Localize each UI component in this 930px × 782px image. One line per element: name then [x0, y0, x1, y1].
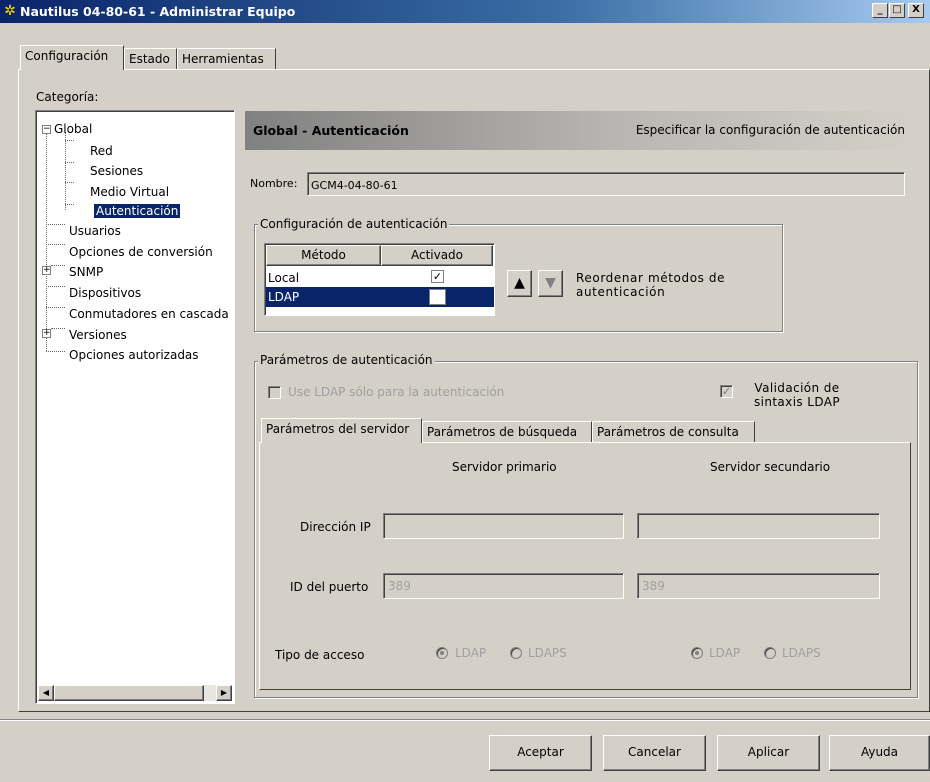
- section-header: Global - Autenticación Especificar la co…: [245, 111, 915, 150]
- nombre-field[interactable]: GCM4-04-80-61: [307, 172, 905, 196]
- tab-configuracion[interactable]: Configuración: [20, 45, 124, 70]
- tree-item-snmp[interactable]: SNMP: [69, 265, 103, 279]
- tree-item-red[interactable]: Red: [90, 144, 113, 158]
- tree-item-sesiones[interactable]: Sesiones: [90, 164, 143, 178]
- ip-label: Dirección IP: [300, 520, 371, 534]
- cancel-button[interactable]: Cancelar: [603, 735, 706, 771]
- secondary-ldap-radio[interactable]: [691, 647, 703, 659]
- minimize-button[interactable]: _: [872, 3, 888, 18]
- primary-ldaps-label: LDAPS: [528, 646, 567, 660]
- arrow-down-icon: ▼: [545, 275, 556, 291]
- secondary-ldaps-radio[interactable]: [764, 647, 776, 659]
- move-up-button[interactable]: ▲: [507, 270, 532, 297]
- expand-versiones-icon[interactable]: +: [42, 329, 51, 338]
- primary-ldaps-radio[interactable]: [510, 647, 522, 659]
- maximize-button[interactable]: □: [889, 3, 905, 18]
- accept-button[interactable]: Aceptar: [489, 735, 592, 771]
- reorder-label: Reordenar métodos de autenticación: [576, 271, 726, 299]
- title-bar[interactable]: ✲ Nautilus 04-80-61 - Administrar Equipo…: [0, 0, 930, 23]
- tree-item-opciones-conversion[interactable]: Opciones de conversión: [69, 245, 213, 259]
- secondary-ip-field[interactable]: [637, 513, 880, 539]
- tree-item-opciones-autorizadas[interactable]: Opciones autorizadas: [69, 348, 199, 362]
- nombre-label: Nombre:: [250, 177, 298, 190]
- enabled-checkbox[interactable]: ✓: [431, 270, 444, 283]
- move-down-button[interactable]: ▼: [538, 270, 563, 297]
- port-label: ID del puerto: [290, 580, 369, 594]
- auth-config-label: Configuración de autenticación: [258, 217, 450, 231]
- tab-parametros-servidor[interactable]: Parámetros del servidor: [261, 418, 422, 443]
- window-title: Nautilus 04-80-61 - Administrar Equipo: [20, 4, 296, 19]
- category-tree[interactable]: − Global Red Sesiones Medio Virtual Aute…: [35, 110, 235, 704]
- table-row[interactable]: Local ✓: [266, 267, 494, 287]
- use-ldap-only-checkbox[interactable]: [268, 386, 281, 399]
- close-button[interactable]: X: [908, 3, 924, 18]
- ldap-syntax-checkbox[interactable]: ✓: [720, 385, 733, 398]
- expand-snmp-icon[interactable]: +: [42, 266, 51, 275]
- ldap-syntax-label: Validación de sintaxis LDAP: [753, 381, 841, 409]
- help-button[interactable]: Ayuda: [829, 735, 930, 771]
- tree-item-autenticacion[interactable]: Autenticación: [94, 204, 181, 218]
- col-metodo-header[interactable]: Método: [266, 245, 381, 266]
- tree-item-medio-virtual[interactable]: Medio Virtual: [90, 185, 169, 199]
- scroll-left-button[interactable]: ◀: [38, 685, 54, 701]
- primary-ip-field[interactable]: [383, 513, 624, 539]
- apply-button[interactable]: Aplicar: [717, 735, 820, 771]
- enabled-checkbox[interactable]: [429, 289, 446, 305]
- arrow-up-icon: ▲: [514, 275, 525, 291]
- tree-scrollbar[interactable]: ◀ ▶: [38, 685, 232, 701]
- tree-item-global[interactable]: Global: [54, 122, 92, 136]
- table-row[interactable]: LDAP: [266, 287, 494, 307]
- tree-item-conmutadores[interactable]: Conmutadores en cascada: [69, 307, 229, 321]
- primary-ldap-radio[interactable]: [436, 647, 448, 659]
- tab-parametros-consulta[interactable]: Parámetros de consulta: [592, 421, 755, 443]
- tree-item-usuarios[interactable]: Usuarios: [69, 224, 121, 238]
- secondary-ldaps-label: LDAPS: [782, 646, 821, 660]
- access-type-label: Tipo de acceso: [275, 648, 365, 662]
- section-description: Especificar la configuración de autentic…: [635, 123, 905, 137]
- primary-port-field[interactable]: 389: [383, 573, 624, 599]
- auth-params-label: Parámetros de autenticación: [258, 353, 435, 367]
- method-name: Local: [268, 271, 300, 285]
- primary-ldap-label: LDAP: [455, 646, 487, 660]
- tree-item-versiones[interactable]: Versiones: [69, 328, 127, 342]
- use-ldap-only-label: Use LDAP sólo para la autenticación: [288, 385, 505, 399]
- section-title: Global - Autenticación: [253, 123, 409, 138]
- primary-server-label: Servidor primario: [452, 460, 557, 474]
- scroll-right-button[interactable]: ▶: [216, 685, 232, 701]
- category-label: Categoría:: [36, 90, 99, 104]
- secondary-ldap-label: LDAP: [709, 646, 741, 660]
- tab-herramientas[interactable]: Herramientas: [177, 48, 276, 70]
- scroll-thumb[interactable]: [54, 685, 204, 701]
- secondary-port-field[interactable]: 389: [637, 573, 880, 599]
- tree-item-dispositivos[interactable]: Dispositivos: [69, 286, 141, 300]
- tab-parametros-busqueda[interactable]: Parámetros de búsqueda: [422, 421, 592, 443]
- secondary-server-label: Servidor secundario: [710, 460, 831, 474]
- auth-methods-table[interactable]: Método Activado Local ✓ LDAP: [264, 243, 495, 316]
- collapse-global-icon[interactable]: −: [42, 125, 51, 134]
- col-activado-header[interactable]: Activado: [381, 245, 493, 266]
- tab-estado[interactable]: Estado: [124, 48, 177, 70]
- method-name: LDAP: [268, 290, 300, 304]
- footer-divider: [0, 719, 930, 721]
- app-icon: ✲: [4, 3, 16, 19]
